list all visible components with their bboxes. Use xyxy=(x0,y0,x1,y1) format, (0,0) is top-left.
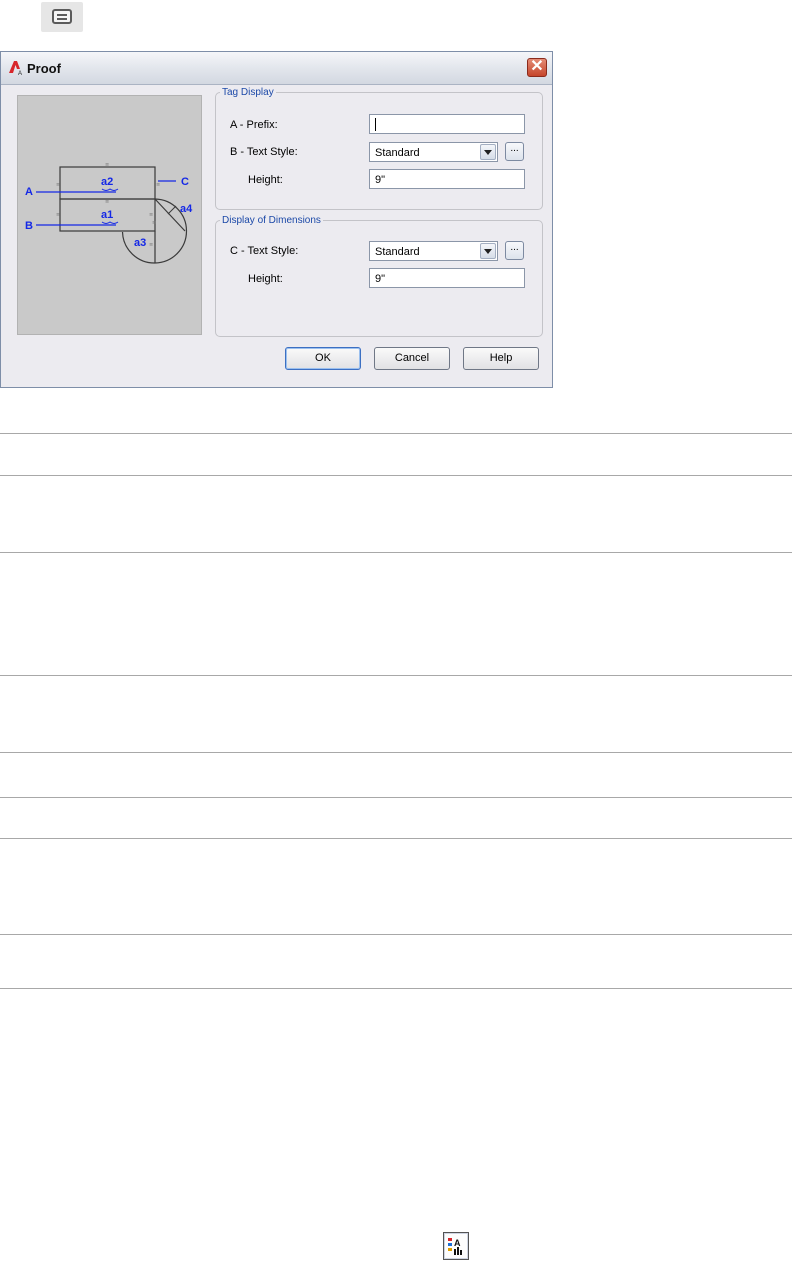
tag-label-a3: a3 xyxy=(134,237,146,249)
svg-text:≡: ≡ xyxy=(149,242,153,248)
dim-height-input[interactable]: 9" xyxy=(369,268,525,288)
prefix-input[interactable] xyxy=(369,114,525,134)
display-of-dimensions-legend: Display of Dimensions xyxy=(222,215,321,226)
table-divider xyxy=(0,797,792,798)
proof-dialog: A Proof ✕ ≡ ≡ ≡ ≡ ≡ ≡ ≡ ≡ A B C a2 a1 a3… xyxy=(0,51,553,388)
title-bar: A Proof ✕ xyxy=(1,52,552,85)
svg-text:≡: ≡ xyxy=(56,182,60,188)
callout-label-a: A xyxy=(25,186,33,198)
tag-text-style-browse-button[interactable]: ... xyxy=(505,142,524,161)
tag-text-style-select[interactable]: Standard xyxy=(369,142,498,162)
table-divider xyxy=(0,475,792,476)
tag-label-a2: a2 xyxy=(101,176,113,188)
prefix-label: A - Prefix: xyxy=(230,119,278,131)
svg-text:A: A xyxy=(18,71,22,76)
dim-text-style-label: C - Text Style: xyxy=(230,245,299,257)
help-button[interactable]: Help xyxy=(463,347,539,370)
table-divider xyxy=(0,433,792,434)
tag-height-input[interactable]: 9" xyxy=(369,169,525,189)
tag-text-style-value: Standard xyxy=(375,147,420,159)
dim-text-style-browse-button[interactable]: ... xyxy=(505,241,524,260)
svg-text:≡: ≡ xyxy=(105,162,109,168)
svg-text:≡: ≡ xyxy=(105,199,109,205)
table-divider xyxy=(0,752,792,753)
table-divider xyxy=(0,988,792,989)
callout-label-b: B xyxy=(25,220,33,232)
close-icon: ✕ xyxy=(530,58,544,75)
chevron-down-icon[interactable] xyxy=(480,243,496,259)
dim-text-style-value: Standard xyxy=(375,246,420,258)
tag-height-label: Height: xyxy=(248,174,283,186)
table-divider xyxy=(0,552,792,553)
tag-display-legend: Tag Display xyxy=(222,87,274,98)
ok-button[interactable]: OK xyxy=(285,347,361,370)
proof-tool-icon: A xyxy=(443,1232,469,1260)
tag-text-style-label: B - Text Style: xyxy=(230,146,298,158)
close-button[interactable]: ✕ xyxy=(527,58,547,77)
table-divider xyxy=(0,838,792,839)
tag-label-a4: a4 xyxy=(180,203,193,215)
table-divider xyxy=(0,675,792,676)
dim-text-style-select[interactable]: Standard xyxy=(369,241,498,261)
svg-text:≡: ≡ xyxy=(149,212,153,218)
autocad-logo-icon: A xyxy=(9,61,22,76)
svg-text:≡: ≡ xyxy=(152,220,156,226)
chevron-down-icon[interactable] xyxy=(480,144,496,160)
svg-text:≡: ≡ xyxy=(56,212,60,218)
tag-label-a1: a1 xyxy=(101,209,113,221)
svg-text:≡: ≡ xyxy=(156,182,160,188)
preview-image: ≡ ≡ ≡ ≡ ≡ ≡ ≡ ≡ A B C a2 a1 a3 a4 xyxy=(17,95,202,335)
preview-diagram: ≡ ≡ ≡ ≡ ≡ ≡ ≡ ≡ A B C a2 a1 a3 a4 xyxy=(25,162,193,264)
dialog-window-icon xyxy=(41,2,83,32)
dim-height-label: Height: xyxy=(248,273,283,285)
dialog-title: Proof xyxy=(27,61,61,76)
text-cursor xyxy=(375,118,376,131)
callout-label-c: C xyxy=(181,176,189,188)
svg-text:A: A xyxy=(454,1238,461,1248)
table-divider xyxy=(0,934,792,935)
cancel-button[interactable]: Cancel xyxy=(374,347,450,370)
